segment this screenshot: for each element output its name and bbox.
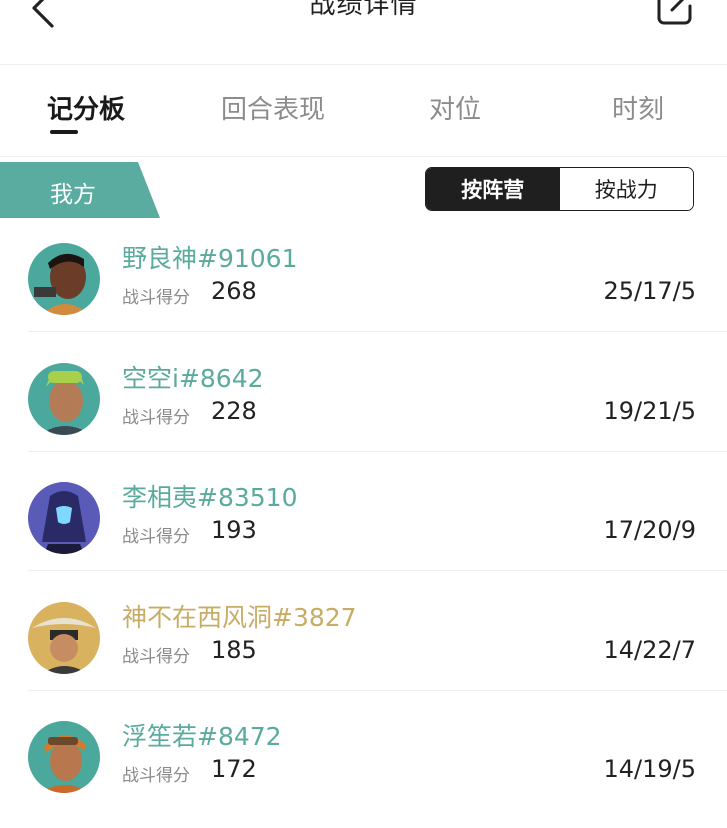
- player-name: 野良神#91061: [122, 244, 298, 273]
- score-label: 战斗得分: [122, 647, 190, 667]
- player-name: 李相夷#83510: [122, 483, 298, 512]
- row-divider: [28, 690, 727, 691]
- combat-score: 268: [211, 277, 257, 305]
- tab-bar: 记分板 回合表现 对位 时刻: [0, 65, 727, 156]
- sort-toggle: 按阵营 按战力: [425, 167, 694, 211]
- top-bar: 战绩详情: [0, 0, 727, 64]
- combat-score: 193: [211, 516, 257, 544]
- row-divider: [28, 451, 727, 452]
- row-divider: [28, 570, 727, 571]
- score-label: 战斗得分: [122, 766, 190, 786]
- player-avatar: [28, 721, 100, 793]
- score-label: 战斗得分: [122, 288, 190, 308]
- player-row[interactable]: 神不在西风洞#3827 战斗得分 185 14/22/7: [0, 590, 727, 709]
- page-title: 战绩详情: [309, 0, 418, 20]
- player-name: 空空i#8642: [122, 364, 264, 393]
- score-label: 战斗得分: [122, 408, 190, 428]
- kda: 19/21/5: [603, 397, 696, 425]
- player-name: 神不在西风洞#3827: [122, 603, 357, 632]
- tab-scoreboard[interactable]: 记分板: [47, 89, 125, 126]
- player-avatar: [28, 602, 100, 674]
- kda: 14/22/7: [603, 636, 696, 664]
- kda: 14/19/5: [603, 755, 696, 783]
- kda: 17/20/9: [603, 516, 696, 544]
- player-row[interactable]: 空空i#8642 战斗得分 228 19/21/5: [0, 351, 727, 470]
- player-avatar: [28, 363, 100, 435]
- player-row[interactable]: 浮笙若#8472 战斗得分 172 14/19/5: [0, 709, 727, 828]
- player-row[interactable]: 野良神#91061 战斗得分 268 25/17/5: [0, 231, 727, 350]
- player-avatar: [28, 482, 100, 554]
- player-name: 浮笙若#8472: [122, 722, 282, 751]
- tab-round-performance[interactable]: 回合表现: [221, 89, 325, 126]
- row-divider: [28, 331, 727, 332]
- team-label: 我方: [50, 182, 96, 208]
- edit-icon[interactable]: [654, 0, 696, 28]
- tab-moments[interactable]: 时刻: [612, 89, 664, 126]
- active-tab-indicator: [50, 130, 78, 134]
- tabs-divider: [0, 156, 727, 157]
- player-row[interactable]: 李相夷#83510 战斗得分 193 17/20/9: [0, 470, 727, 589]
- sort-by-camp-button[interactable]: 按阵营: [426, 168, 560, 210]
- tab-matchup[interactable]: 对位: [429, 89, 481, 126]
- combat-score: 185: [211, 636, 257, 664]
- kda: 25/17/5: [603, 277, 696, 305]
- combat-score: 172: [211, 755, 257, 783]
- score-label: 战斗得分: [122, 527, 190, 547]
- sort-by-power-button[interactable]: 按战力: [559, 168, 693, 210]
- player-avatar: [28, 243, 100, 315]
- combat-score: 228: [211, 397, 257, 425]
